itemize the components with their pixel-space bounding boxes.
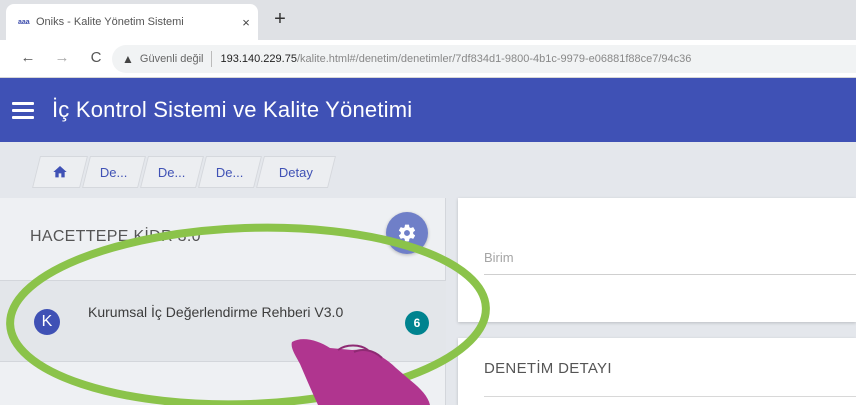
breadcrumb-bar: De... De... De... Detay xyxy=(0,142,856,198)
back-arrow-icon[interactable]: ← xyxy=(18,49,38,66)
breadcrumb-item-3[interactable]: De... xyxy=(198,156,262,188)
panel-heading: HACETTEPE KİDR 3.0 xyxy=(30,228,201,245)
breadcrumb-label: De... xyxy=(158,164,186,180)
breadcrumb-item-2[interactable]: De... xyxy=(140,156,204,188)
browser-tab[interactable]: aaa Oniks - Kalite Yönetim Sistemi × xyxy=(6,4,258,40)
detail-divider xyxy=(484,396,856,397)
forward-arrow-icon[interactable]: → xyxy=(52,49,72,66)
detail-card: DENETİM DETAYI xyxy=(458,338,856,405)
url-host: 193.140.229.75 xyxy=(220,53,297,65)
app-title: İç Kontrol Sistemi ve Kalite Yönetimi xyxy=(52,97,413,122)
browser-toolbar: ← → C ▲ Güvenli değil 193.140.229.75/kal… xyxy=(0,40,856,78)
left-panel: HACETTEPE KİDR 3.0 K Kurumsal İç Değerle… xyxy=(0,198,446,405)
address-separator xyxy=(211,51,213,67)
tab-title: Oniks - Kalite Yönetim Sistemi xyxy=(36,16,184,28)
breadcrumb-home[interactable] xyxy=(32,156,88,188)
breadcrumb-label: De... xyxy=(100,164,128,180)
tab-favicon-icon: aaa xyxy=(18,18,30,26)
settings-button[interactable] xyxy=(386,212,428,254)
app-header: İç Kontrol Sistemi ve Kalite Yönetimi xyxy=(0,78,856,142)
birim-field[interactable] xyxy=(484,274,856,275)
tab-close-icon[interactable]: × xyxy=(234,15,258,30)
list-item[interactable]: K Kurumsal İç Değerlendirme Rehberi V3.0… xyxy=(0,280,446,362)
home-icon xyxy=(53,166,67,178)
breadcrumb-item-detay[interactable]: Detay xyxy=(256,156,336,188)
avatar: K xyxy=(34,309,60,335)
detail-title: DENETİM DETAYI xyxy=(484,360,612,377)
new-tab-icon[interactable]: + xyxy=(268,8,292,31)
breadcrumb-label: Detay xyxy=(279,164,313,180)
warning-triangle-icon: ▲ xyxy=(122,52,134,66)
breadcrumb: De... De... De... Detay xyxy=(32,156,336,188)
url-path: /kalite.html#/denetim/denetimler/7df834d… xyxy=(296,53,692,65)
gear-icon xyxy=(398,224,416,242)
birim-card: Birim xyxy=(458,198,856,322)
reload-icon[interactable]: C xyxy=(86,49,106,66)
security-label: Güvenli değil xyxy=(139,53,204,65)
breadcrumb-label: De... xyxy=(216,164,244,180)
right-area: Birim DENETİM DETAYI xyxy=(446,198,856,405)
list-item-label: Kurumsal İç Değerlendirme Rehberi V3.0 xyxy=(88,304,344,320)
hamburger-menu-icon[interactable] xyxy=(12,101,34,119)
birim-field-label: Birim xyxy=(484,250,514,265)
breadcrumb-item-1[interactable]: De... xyxy=(82,156,146,188)
address-bar[interactable]: ▲ Güvenli değil 193.140.229.75/kalite.ht… xyxy=(112,45,856,73)
count-badge: 6 xyxy=(405,311,429,335)
browser-tab-bar: aaa Oniks - Kalite Yönetim Sistemi × + xyxy=(0,0,856,40)
